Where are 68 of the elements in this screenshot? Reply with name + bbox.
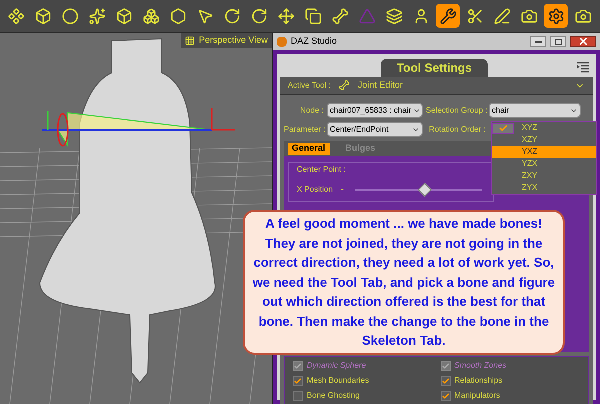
callout-text: A feel good moment ... we have made bones! They are not joined, they are not going in the correct direction, they need a lot of work yet. So, we need the Tool Tab, and pick a bone and figure out which direction offered is the best for that bone. Then make the change to the bone in the Skeleton Tab. [252, 215, 556, 350]
minimize-icon [534, 40, 542, 42]
app-logo-icon [277, 36, 287, 46]
menu-item[interactable]: XZY [492, 134, 596, 146]
panel-menu-icon[interactable] [577, 62, 590, 73]
cube-icon [34, 8, 52, 24]
settings-icon [548, 8, 564, 24]
parameter-label: Parameter : [284, 124, 324, 136]
move-icon [278, 8, 294, 24]
menu-item[interactable]: XYZ [492, 122, 596, 134]
selection-group-label: Selection Group : [426, 104, 486, 116]
camera-icon [520, 8, 538, 24]
menu-item[interactable]: YZX [492, 158, 596, 170]
hexagon-icon [170, 8, 186, 24]
sparkle-icon [88, 8, 106, 24]
checkbox[interactable] [440, 376, 450, 386]
bone-icon [332, 8, 348, 24]
toolbar-button[interactable] [544, 4, 568, 28]
checkbox[interactable] [293, 376, 303, 386]
slider-track[interactable] [352, 182, 485, 198]
option-label: Bone Ghosting [307, 390, 360, 402]
minimize-button[interactable] [530, 36, 546, 47]
checkbox[interactable] [440, 391, 450, 401]
camera-icon [574, 8, 592, 24]
option-label: Manipulators [454, 390, 500, 402]
view-label[interactable]: Perspective View [181, 33, 272, 48]
shapes-icon [8, 8, 24, 24]
toolbar-button[interactable] [436, 4, 460, 28]
slider-label: X Position [297, 184, 334, 196]
option-label: Relationships [454, 375, 503, 387]
copy-icon [304, 8, 322, 24]
option-label: Smooth Zones [454, 360, 507, 372]
scissors-icon [466, 8, 484, 24]
checkbox[interactable] [293, 391, 303, 401]
pen-icon [494, 8, 510, 24]
bone-icon [338, 80, 350, 91]
maximize-button[interactable] [550, 36, 566, 47]
close-button[interactable] [570, 36, 596, 47]
group-title: Center Point : [297, 164, 346, 176]
minus-label: - [341, 183, 344, 196]
wrench-icon [440, 8, 456, 24]
active-tool-label: Active Tool : [288, 80, 331, 92]
option-label: Mesh Boundaries [307, 375, 370, 387]
layers-icon [386, 8, 402, 24]
parameter-select[interactable]: Center/EndPoint [327, 122, 423, 137]
maximize-icon [554, 38, 562, 44]
grid-icon [185, 36, 196, 46]
option-label: Dynamic Sphere [307, 360, 366, 372]
sub-tab[interactable]: General [288, 142, 330, 154]
close-icon [580, 38, 586, 45]
rotation-order-label: Rotation Order : [428, 124, 486, 136]
menu-item[interactable]: ZYX [492, 182, 596, 194]
rotate-icon [250, 8, 268, 24]
tool-settings-tab[interactable]: Tool Settings [380, 59, 488, 77]
rotate-icon [224, 8, 240, 24]
cubes-icon [142, 8, 160, 24]
active-tool-name: Joint Editor [358, 78, 404, 92]
triangle-icon [358, 8, 376, 24]
window-title: DAZ Studio [291, 34, 338, 48]
circle-icon [62, 8, 78, 24]
cube-icon [116, 8, 132, 24]
menu-item[interactable]: YXZ [492, 146, 596, 158]
check-icon [498, 124, 508, 132]
selection-group-select[interactable]: chair [489, 103, 581, 118]
node-label: Node : [299, 104, 324, 116]
node-select[interactable]: chair007_65833 : chair [327, 103, 423, 118]
pointer-icon [196, 8, 214, 24]
menu-item[interactable]: ZXY [492, 170, 596, 182]
